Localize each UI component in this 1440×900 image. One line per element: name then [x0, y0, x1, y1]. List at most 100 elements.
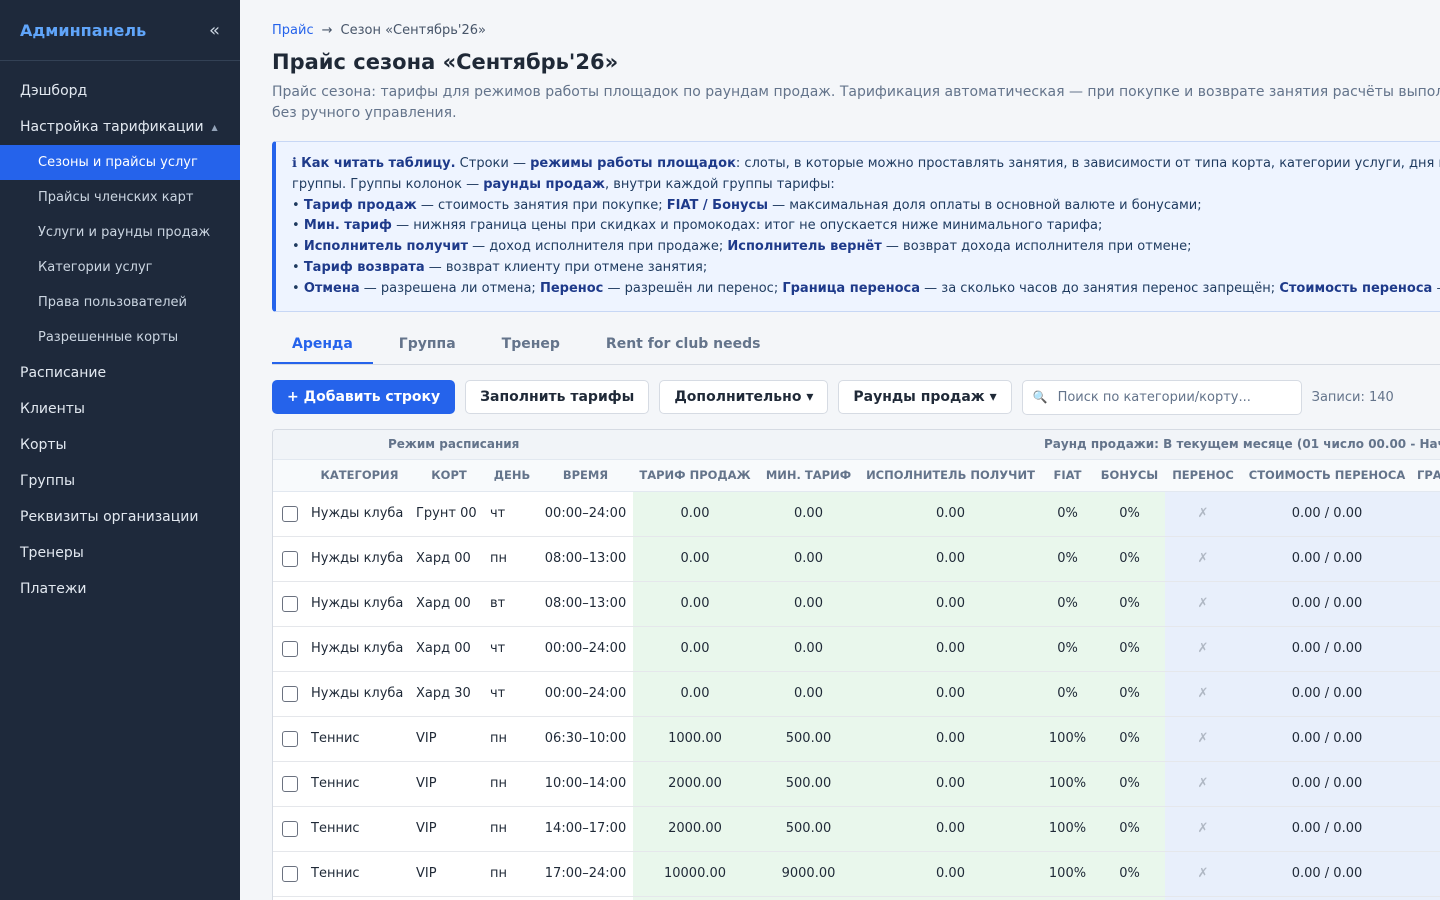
table-row[interactable]: ТеннисVIPпн — [273, 896, 1440, 900]
table-cell: 0.00 — [633, 491, 757, 537]
row-checkbox[interactable] — [282, 640, 298, 657]
tab-trainer[interactable]: Тренер — [482, 328, 580, 364]
table-cell — [1094, 896, 1165, 900]
table-cell: 0% — [1094, 851, 1165, 897]
sidebar-item-clients[interactable]: Клиенты — [0, 391, 240, 427]
collapse-sidebar-icon[interactable]: « — [209, 20, 220, 41]
table-cell: ✗ — [1165, 761, 1241, 807]
tab-rent-club-needs[interactable]: Rent for club needs — [586, 328, 781, 364]
info-text: — нижняя граница цены при скидках и пром… — [391, 218, 1103, 234]
row-checkbox[interactable] — [282, 865, 298, 882]
toolbar: + Добавить строку Заполнить тарифы Допол… — [272, 379, 1394, 415]
table-cell: 0.00 — [757, 491, 860, 537]
checkbox-cell — [273, 671, 307, 717]
sidebar-subitem-membership-prices[interactable]: Прайсы членских карт — [0, 180, 240, 215]
table-cell: 0.00 — [757, 671, 860, 717]
table-row[interactable]: Теннис VIP пн 10:00–14:00 2000.00 500.00 0.00 1… — [273, 761, 1440, 807]
row-checkbox[interactable] — [282, 820, 298, 837]
table-cell: Хард 00 — [412, 536, 486, 582]
table-cell: ✗ — [1165, 716, 1241, 762]
table-cell — [1413, 491, 1440, 537]
fill-tariffs-button[interactable]: Заполнить тарифы — [465, 380, 650, 414]
table-cell — [1413, 851, 1440, 897]
table-cell: 10000.00 — [633, 851, 757, 897]
table-cell — [1413, 671, 1440, 717]
sidebar-item-courts[interactable]: Корты — [0, 427, 240, 463]
info-bold: Перенос — [539, 280, 604, 296]
table-cell: 0.00 / 0.00 — [1241, 626, 1413, 672]
sidebar-item-groups[interactable]: Группы — [0, 463, 240, 499]
sidebar-item-schedule[interactable]: Расписание — [0, 355, 240, 391]
sidebar-item-org-details[interactable]: Реквизиты организации — [0, 499, 240, 535]
table-cell: ✗ — [1165, 806, 1241, 852]
sidebar-item-label: Категории услуг — [38, 260, 153, 275]
table-cell: 500.00 — [757, 716, 860, 762]
row-checkbox[interactable] — [282, 775, 298, 792]
table-cell: VIP — [412, 761, 486, 807]
sales-rounds-dropdown-button[interactable]: Раунды продаж ▾ — [838, 380, 1012, 414]
sidebar-item-label: Разрешенные корты — [38, 330, 179, 345]
row-checkbox[interactable] — [282, 550, 298, 567]
column-header: Категория — [307, 460, 412, 492]
sidebar-subitem-service-categories[interactable]: Категории услуг — [0, 250, 240, 285]
table-cell: 0% — [1094, 626, 1165, 672]
sidebar-item-payments[interactable]: Платежи — [0, 571, 240, 607]
row-checkbox[interactable] — [282, 685, 298, 702]
table-cell — [633, 896, 757, 900]
table: Категория Корт День Время Тариф продаж Мин. т… — [273, 460, 1440, 900]
sidebar-subitem-seasons-prices[interactable]: Сезоны и прайсы услуг — [0, 145, 240, 180]
table-cell: 0% — [1041, 536, 1094, 582]
info-text: — максимальная доля оплаты в основной ва… — [767, 197, 1202, 213]
table-row[interactable]: Нужды клуба Грунт 00 чт 00:00–24:00 0.00 0.00… — [273, 491, 1440, 537]
tab-rent[interactable]: Аренда — [272, 328, 373, 364]
table-cell: ✗ — [1165, 626, 1241, 672]
info-icon: ℹ — [292, 156, 297, 171]
table-cell: 100% — [1041, 761, 1094, 807]
info-bold: Тариф возврата — [303, 259, 425, 275]
table-cell: VIP — [412, 851, 486, 897]
table-cell: 0% — [1041, 626, 1094, 672]
table-row[interactable]: Теннис VIP пн 14:00–17:00 2000.00 500.00 0.00 1… — [273, 806, 1440, 852]
add-row-button[interactable]: + Добавить строку — [272, 380, 456, 414]
search-input[interactable] — [1057, 389, 1288, 405]
info-bold: Тариф продаж — [303, 197, 417, 213]
sidebar-item-trainers[interactable]: Тренеры — [0, 535, 240, 571]
sidebar-subitem-allowed-courts[interactable]: Разрешенные корты — [0, 320, 240, 355]
table-cell — [1413, 581, 1440, 627]
table-cell: 0.00 / 0.00 — [1241, 716, 1413, 762]
row-checkbox[interactable] — [282, 730, 298, 747]
table-row[interactable]: Нужды клуба Хард 00 пн 08:00–13:00 0.00 0.00 0… — [273, 536, 1440, 582]
column-header: Исполнитель получит — [860, 460, 1041, 492]
table-row[interactable]: Теннис VIP пн 06:30–10:00 1000.00 500.00 0.00 1… — [273, 716, 1440, 762]
table-row[interactable]: Нужды клуба Хард 00 вт 08:00–13:00 0.00 0.00 0… — [273, 581, 1440, 627]
table-cell: Грунт 00 — [412, 491, 486, 537]
sidebar-item-pricing-settings[interactable]: Настройка тарификации ▲ — [0, 109, 240, 145]
sidebar-subitem-user-rights[interactable]: Права пользователей — [0, 285, 240, 320]
table-row[interactable]: Теннис VIP пн 17:00–24:00 10000.00 9000.00 0.0… — [273, 851, 1440, 897]
table-cell — [757, 896, 860, 900]
table-cell: 0.00 / 0.00 — [1241, 761, 1413, 807]
checkbox-cell — [273, 716, 307, 762]
table-cell: 0% — [1094, 581, 1165, 627]
table-cell: 0.00 — [860, 626, 1041, 672]
sidebar-subitem-services-rounds[interactable]: Услуги и раунды продаж — [0, 215, 240, 250]
more-dropdown-button[interactable]: Дополнительно ▾ — [659, 380, 829, 414]
main-content: Прайс → Сезон «Сентябрь'26» Прайс сезона «… — [240, 0, 1440, 900]
column-header: Граница переноса — [1413, 460, 1440, 492]
row-checkbox[interactable] — [282, 595, 298, 612]
info-box: ℹ Как читать таблицу. Строки — режимы ра… — [272, 141, 1440, 312]
tab-group[interactable]: Группа — [379, 328, 476, 364]
row-checkbox[interactable] — [282, 505, 298, 522]
table-row[interactable]: Нужды клуба Хард 30 чт 00:00–24:00 0.00 0.00 0… — [273, 671, 1440, 717]
sidebar-item-label: Группы — [20, 473, 76, 489]
info-text: — разрешён ли перенос; — [603, 280, 783, 296]
arrow-right-icon: → — [321, 23, 333, 38]
table-cell: 0.00 — [757, 626, 860, 672]
info-text: : слоты, в которые можно проставлять зан… — [735, 156, 1440, 171]
breadcrumb-link-price[interactable]: Прайс — [272, 23, 314, 38]
records-count: Записи: 140 — [1311, 389, 1394, 405]
table-row[interactable]: Нужды клуба Хард 00 чт 00:00–24:00 0.00 0.00 0… — [273, 626, 1440, 672]
table-cell: Хард 00 — [412, 626, 486, 672]
table-cell: Теннис — [307, 806, 412, 852]
sidebar-item-dashboard[interactable]: Дэшборд — [0, 73, 240, 109]
